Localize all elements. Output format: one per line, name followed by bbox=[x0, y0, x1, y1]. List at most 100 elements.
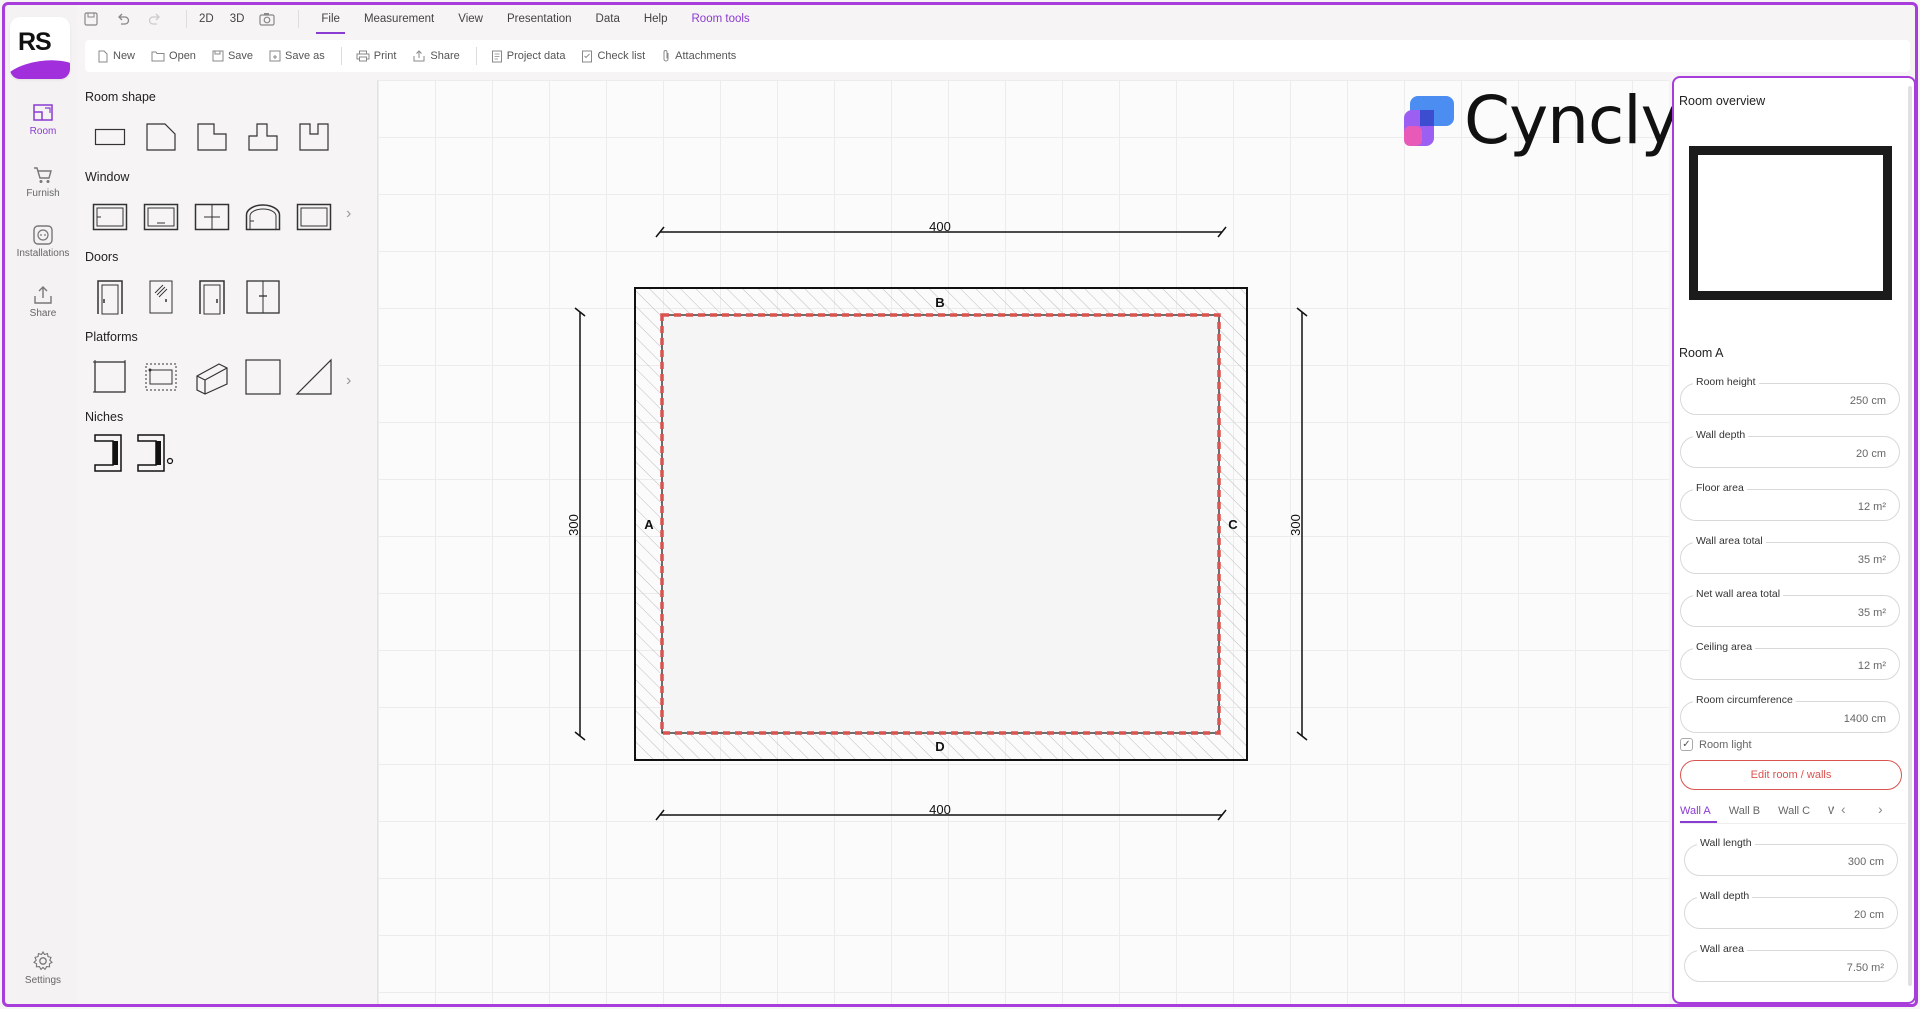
save-button[interactable]: Save bbox=[212, 50, 253, 62]
menubar-divider bbox=[298, 10, 300, 28]
menu-file[interactable]: File bbox=[316, 9, 345, 34]
room-walls[interactable] bbox=[634, 287, 1248, 761]
field-label: Ceiling area bbox=[1693, 641, 1756, 653]
field-value[interactable]: 300 cm bbox=[1848, 856, 1884, 868]
field-label: Room circumference bbox=[1693, 694, 1796, 706]
platform-ramp-icon[interactable] bbox=[288, 356, 339, 398]
wall-depth-wall-field[interactable]: Wall depth 20 cm bbox=[1684, 890, 1898, 929]
room-circumference-field[interactable]: Room circumference 1400 cm bbox=[1680, 694, 1900, 733]
undo-icon[interactable] bbox=[112, 8, 134, 30]
wall-label-d[interactable]: D bbox=[935, 739, 944, 754]
app-logo[interactable]: RS bbox=[10, 17, 70, 79]
redo-icon[interactable] bbox=[144, 8, 166, 30]
wall-length-field[interactable]: Wall length 300 cm bbox=[1684, 837, 1898, 876]
new-button[interactable]: New bbox=[97, 50, 135, 63]
rail-room[interactable]: Room bbox=[10, 103, 76, 137]
menu-data[interactable]: Data bbox=[596, 9, 620, 29]
drawing-canvas[interactable]: 400 400 300 300 B D A C bbox=[377, 80, 1669, 1004]
ceiling-area-field[interactable]: Ceiling area 12 m² bbox=[1680, 641, 1900, 680]
field-label: Wall depth bbox=[1693, 429, 1749, 441]
floor-area-field[interactable]: Floor area 12 m² bbox=[1680, 482, 1900, 521]
platforms-more-chevron-icon[interactable]: › bbox=[346, 372, 351, 390]
panel-scrollbar[interactable] bbox=[1908, 86, 1912, 986]
save-as-label: Save as bbox=[285, 50, 325, 62]
share-label: Share bbox=[430, 50, 460, 62]
room-icon bbox=[33, 104, 53, 121]
project-data-button[interactable]: Project data bbox=[491, 50, 565, 63]
door-single-icon[interactable] bbox=[84, 276, 135, 318]
print-label: Print bbox=[373, 50, 397, 62]
field-value[interactable]: 20 cm bbox=[1856, 448, 1886, 460]
check-list-button[interactable]: Check list bbox=[581, 50, 645, 63]
window-arched-icon[interactable] bbox=[237, 196, 288, 238]
niche-round-icon[interactable] bbox=[132, 432, 180, 474]
menu-measurement[interactable]: Measurement bbox=[364, 9, 434, 29]
room-light-checkbox[interactable]: ✓ Room light bbox=[1680, 738, 1752, 751]
open-button[interactable]: Open bbox=[151, 50, 196, 62]
platform-dashed-icon[interactable] bbox=[135, 356, 186, 398]
menu-help[interactable]: Help bbox=[644, 9, 668, 29]
tab-wall-d[interactable]: W bbox=[1828, 801, 1834, 823]
rail-share[interactable]: Share bbox=[10, 285, 76, 319]
menu-room-tools[interactable]: Room tools bbox=[692, 9, 750, 29]
shape-rectangle-icon[interactable] bbox=[84, 116, 135, 158]
print-button[interactable]: Print bbox=[356, 50, 397, 62]
cyncly-mark-icon bbox=[1404, 96, 1454, 146]
left-dimension-label: 300 bbox=[566, 514, 581, 536]
platform-square-icon[interactable] bbox=[237, 356, 288, 398]
window-tilt-icon[interactable] bbox=[135, 196, 186, 238]
wall-label-b[interactable]: B bbox=[935, 295, 944, 310]
menu-presentation[interactable]: Presentation bbox=[507, 9, 572, 29]
wall-label-c[interactable]: C bbox=[1228, 517, 1238, 532]
window-double-icon[interactable] bbox=[186, 196, 237, 238]
door-frame-icon[interactable] bbox=[186, 276, 237, 318]
view-3d-button[interactable]: 3D bbox=[230, 9, 245, 29]
window-single-icon[interactable] bbox=[84, 196, 135, 238]
platform-box-icon[interactable] bbox=[186, 356, 237, 398]
shape-chamfer-icon[interactable] bbox=[135, 116, 186, 158]
printer-icon bbox=[356, 50, 370, 62]
room-height-field[interactable]: Room height 250 cm bbox=[1680, 376, 1900, 415]
wall-area-field[interactable]: Wall area 7.50 m² bbox=[1684, 943, 1898, 982]
view-2d-button[interactable]: 2D bbox=[199, 9, 214, 29]
room-shape-row bbox=[84, 116, 339, 158]
share-button[interactable]: Share bbox=[412, 50, 460, 62]
brand-logo: Cyncly bbox=[1404, 88, 1680, 154]
tab-wall-a[interactable]: Wall A bbox=[1680, 801, 1717, 823]
save-disk-icon[interactable] bbox=[80, 8, 102, 30]
rail-installations[interactable]: Installations bbox=[10, 225, 76, 259]
checkmark-icon[interactable]: ✓ bbox=[1680, 738, 1693, 751]
wall-area-total-field[interactable]: Wall area total 35 m² bbox=[1680, 535, 1900, 574]
shape-l-icon[interactable] bbox=[186, 116, 237, 158]
camera-icon[interactable] bbox=[256, 8, 278, 30]
door-double-icon[interactable] bbox=[237, 276, 288, 318]
menubar: 2D 3D File Measurement View Presentation… bbox=[80, 5, 1910, 34]
tab-wall-c[interactable]: Wall C bbox=[1778, 801, 1810, 823]
net-wall-area-total-field[interactable]: Net wall area total 35 m² bbox=[1680, 588, 1900, 627]
tabs-prev-chevron-icon[interactable]: ‹ bbox=[1841, 801, 1846, 817]
floor-plan[interactable]: 400 400 300 300 B D A C bbox=[378, 80, 1669, 1004]
door-glass-icon[interactable] bbox=[135, 276, 186, 318]
niche-rect-icon[interactable] bbox=[84, 432, 132, 474]
rail-room-label: Room bbox=[29, 126, 57, 137]
rail-settings[interactable]: Settings bbox=[10, 950, 76, 986]
tab-wall-b[interactable]: Wall B bbox=[1729, 801, 1760, 823]
room-overview-preview bbox=[1689, 146, 1892, 300]
window-more-chevron-icon[interactable]: › bbox=[346, 205, 351, 223]
tabs-next-chevron-icon[interactable]: › bbox=[1878, 801, 1883, 817]
wall-label-a[interactable]: A bbox=[644, 517, 654, 532]
platform-dimension-icon[interactable] bbox=[84, 356, 135, 398]
shape-u-icon[interactable] bbox=[288, 116, 339, 158]
shape-t-icon[interactable] bbox=[237, 116, 288, 158]
field-label: Wall length bbox=[1697, 837, 1755, 849]
wall-depth-field[interactable]: Wall depth 20 cm bbox=[1680, 429, 1900, 468]
menu-view[interactable]: View bbox=[458, 9, 483, 29]
save-icon bbox=[212, 50, 224, 62]
attachments-button[interactable]: Attachments bbox=[661, 49, 736, 63]
edit-room-walls-button[interactable]: Edit room / walls bbox=[1680, 760, 1902, 790]
window-fixed-icon[interactable] bbox=[288, 196, 339, 238]
save-as-button[interactable]: Save as bbox=[269, 50, 325, 62]
field-value[interactable]: 20 cm bbox=[1854, 909, 1884, 921]
field-value[interactable]: 250 cm bbox=[1850, 395, 1886, 407]
rail-furnish[interactable]: Furnish bbox=[10, 165, 76, 199]
